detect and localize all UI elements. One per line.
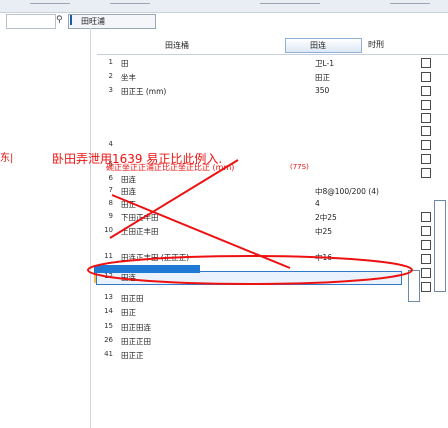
- annotation-overlay: [87, 159, 413, 285]
- annotation-arrow: [109, 159, 239, 239]
- highlight-ellipse: [87, 255, 413, 285]
